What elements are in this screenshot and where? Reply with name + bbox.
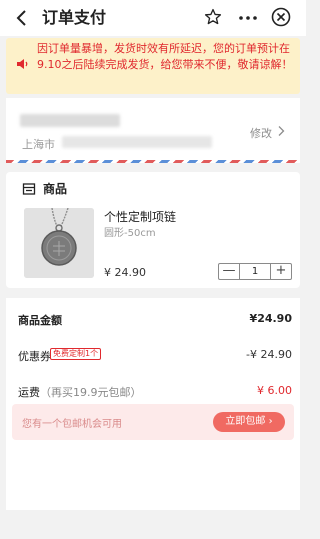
speaker-icon <box>17 59 28 69</box>
goods-card: 商品 个性定制项链 圆形-50cm ¥ 24.90 — 1 + <box>6 172 300 288</box>
address-card[interactable]: 上海市 修改 <box>6 98 300 160</box>
product-price: ¥ 24.90 <box>104 266 146 279</box>
free-shipping-text: 您有一个包邮机会可用 <box>22 419 122 430</box>
chevron-right-icon <box>278 126 285 136</box>
edit-address-link[interactable]: 修改 <box>250 125 272 141</box>
airmail-divider <box>6 160 300 163</box>
coupon-value[interactable]: -¥ 24.90 <box>246 348 292 361</box>
decrease-button[interactable]: — <box>219 264 239 279</box>
quantity-input[interactable]: 1 <box>239 264 271 279</box>
shipping-value: ¥ 6.00 <box>257 384 292 397</box>
necklace-pendant-icon <box>24 208 94 278</box>
notice-text: 因订单量暴增，发货时效有所延迟，您的订单预计在9.10之后陆续完成发货，给您带来… <box>37 42 293 71</box>
product-name: 个性定制项链 <box>104 210 177 224</box>
address-city: 上海市 <box>22 138 55 151</box>
close-icon[interactable] <box>271 7 291 27</box>
nav-bar: 订单支付 <box>0 0 306 36</box>
goods-section-title: 商品 <box>43 182 68 196</box>
shipping-label-text: 运费 <box>18 386 40 399</box>
recipient-name-blurred <box>20 114 120 127</box>
address-detail-blurred <box>62 136 212 148</box>
star-icon[interactable] <box>204 8 222 26</box>
back-arrow-icon[interactable] <box>12 8 32 28</box>
coupon-label: 优惠券 <box>18 350 51 363</box>
price-summary: 商品金额 ¥24.90 优惠券 免费定制1个 -¥ 24.90 运费（再买19.… <box>6 298 300 510</box>
page-title: 订单支付 <box>42 8 107 27</box>
amount-value: ¥24.90 <box>249 312 292 325</box>
amount-label: 商品金额 <box>18 314 62 327</box>
shipping-label: 运费（再买19.9元包邮） <box>18 384 142 400</box>
free-shipping-button[interactable]: 立即包邮 › <box>213 412 285 432</box>
quantity-stepper: — 1 + <box>218 263 292 280</box>
free-shipping-banner: 您有一个包邮机会可用 立即包邮 › <box>12 404 294 440</box>
delay-notice: 因订单量暴增，发货时效有所延迟，您的订单预计在9.10之后陆续完成发货，给您带来… <box>6 38 300 94</box>
coupon-tag[interactable]: 免费定制1个 <box>50 348 102 360</box>
product-spec: 圆形-50cm <box>104 228 156 239</box>
shop-icon <box>22 183 36 195</box>
more-icon[interactable] <box>238 8 258 28</box>
product-image[interactable] <box>24 208 94 278</box>
shipping-note: （再买19.9元包邮） <box>40 386 142 399</box>
increase-button[interactable]: + <box>271 264 291 279</box>
